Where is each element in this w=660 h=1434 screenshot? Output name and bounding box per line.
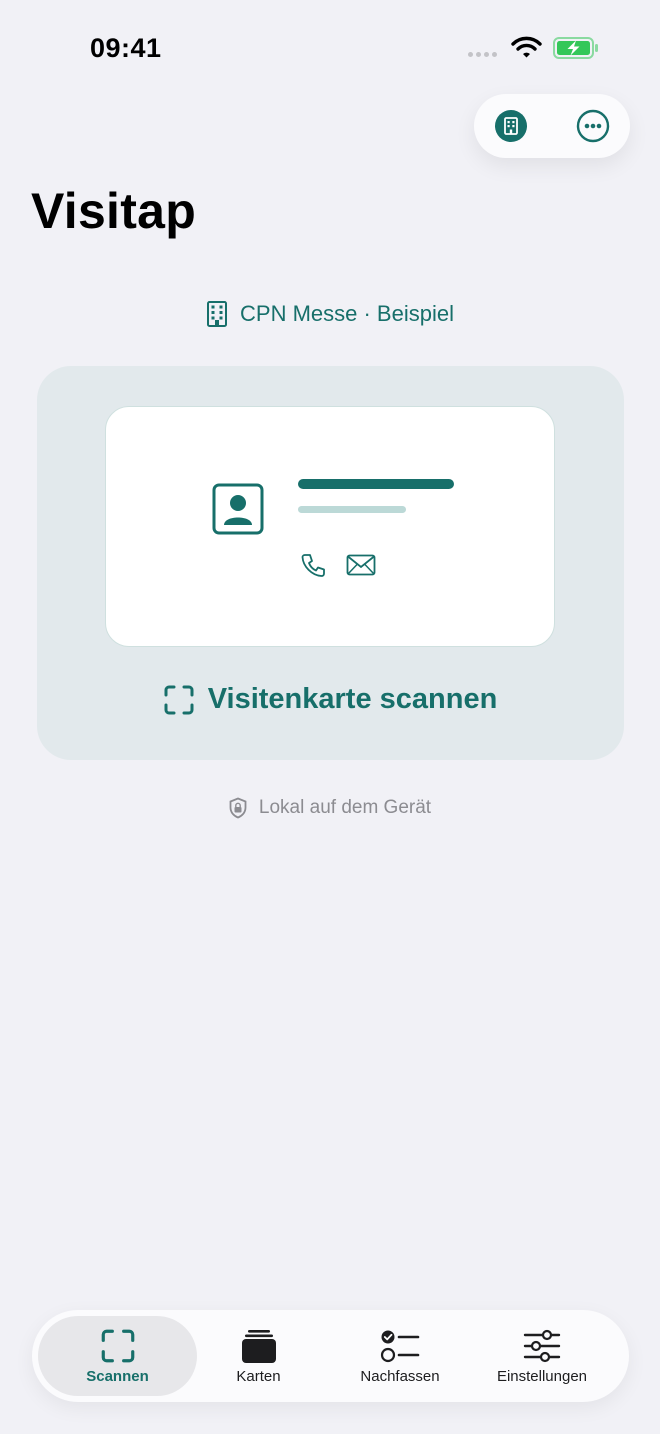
tab-bar: Scannen Karten Nachfassen Einstellungen: [32, 1310, 629, 1402]
building-icon: [495, 110, 527, 142]
checklist-icon: [380, 1330, 420, 1363]
cellular-signal-icon: [468, 52, 497, 57]
illustration-line: [298, 479, 454, 489]
building-icon: [207, 301, 228, 327]
workspace-label: CPN Messe · Beispiel: [240, 301, 454, 326]
phone-icon: [301, 554, 325, 577]
scan-cta-label: Visitenkarte scannen: [207, 683, 498, 715]
tab-label: Scannen: [86, 1368, 149, 1385]
mail-icon: [346, 554, 376, 576]
tab-karten[interactable]: Karten: [202, 1316, 315, 1396]
workspace-button[interactable]: [494, 109, 528, 143]
more-options-button[interactable]: [576, 109, 610, 143]
privacy-text: Lokal auf dem Gerät: [258, 797, 432, 818]
battery-charging-icon: [553, 37, 598, 59]
tab-einstellungen[interactable]: Einstellungen: [484, 1316, 600, 1396]
page-title: Visitap: [31, 183, 197, 239]
scan-frame-icon: [101, 1329, 134, 1363]
top-actions-pill: [474, 94, 630, 158]
tab-label: Nachfassen: [360, 1368, 440, 1385]
shield-lock-icon: [229, 797, 247, 819]
tab-label: Einstellungen: [496, 1368, 588, 1385]
privacy-note: Lokal auf dem Gerät: [0, 797, 660, 819]
status-bar: 09:41: [0, 0, 660, 96]
more-icon: [576, 109, 610, 143]
cards-stack-icon: [241, 1330, 276, 1363]
wifi-icon: [511, 36, 542, 58]
tab-scannen[interactable]: Scannen: [38, 1316, 197, 1396]
status-time: 09:41: [90, 33, 162, 63]
illustration-line: [298, 506, 406, 513]
tab-nachfassen[interactable]: Nachfassen: [339, 1316, 461, 1396]
tab-label: Karten: [236, 1368, 281, 1385]
workspace-selector[interactable]: CPN Messe · Beispiel: [0, 300, 660, 328]
scan-cta: Visitenkarte scannen: [37, 683, 624, 716]
scan-frame-icon: [164, 685, 194, 714]
contact-avatar-icon: [212, 483, 264, 535]
scan-business-card-button[interactable]: Visitenkarte scannen: [37, 366, 624, 760]
business-card-illustration: [105, 406, 555, 647]
sliders-icon: [523, 1329, 561, 1363]
